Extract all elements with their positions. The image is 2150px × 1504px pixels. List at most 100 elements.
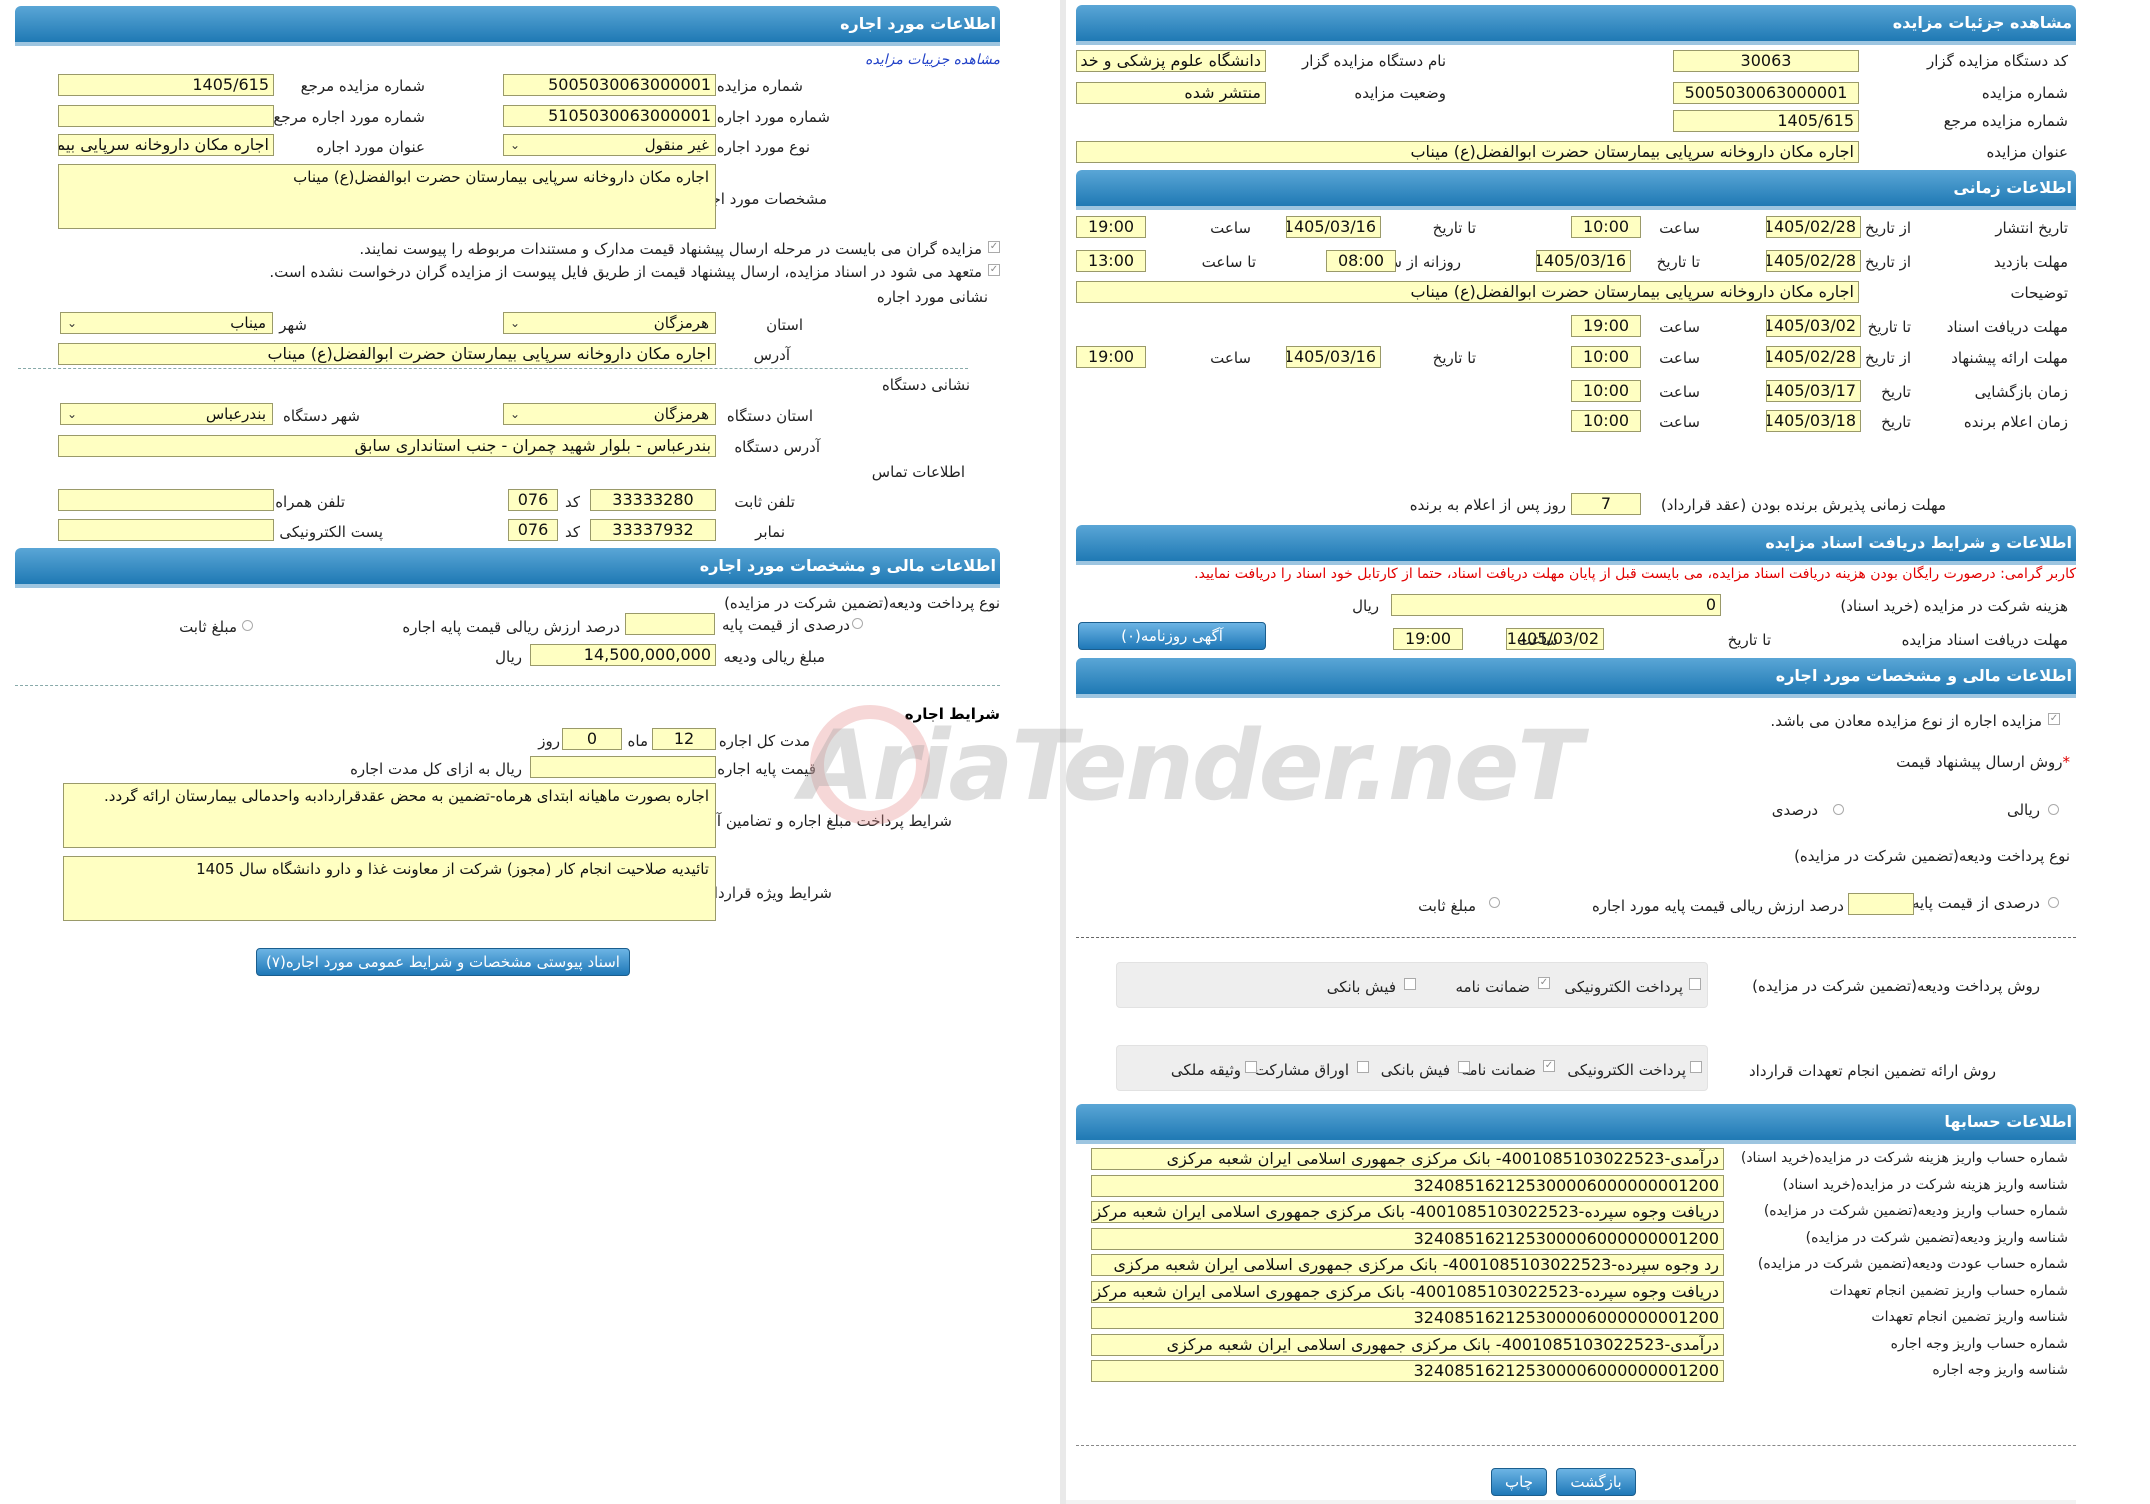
- account-label: شناسه واریز وجه اجاره: [1932, 1362, 2068, 1378]
- docs-receive-time[interactable]: 19:00: [1393, 628, 1463, 650]
- docs-deadline-label: مهلت دریافت اسناد: [1946, 318, 2068, 336]
- lease-spec-field[interactable]: اجاره مکان داروخانه سرپایی بیمارستان حضر…: [58, 164, 716, 229]
- price-method-text: روش ارسال پیشنهاد قیمت: [1896, 753, 2063, 771]
- date-label: تاریخ: [1881, 383, 1911, 401]
- percent-base-radio[interactable]: [852, 618, 863, 629]
- visit-from-date[interactable]: 1405/02/28: [1766, 250, 1861, 272]
- account-field[interactable]: دریافت وجوه سپرده-4001085103022523- بانک…: [1091, 1201, 1724, 1223]
- auction-title-field[interactable]: اجاره مکان داروخانه سرپایی بیمارستان حضر…: [1076, 141, 1859, 163]
- province-select[interactable]: هرمزگان ⌄: [503, 312, 716, 334]
- visit-from-time[interactable]: 08:00: [1326, 250, 1396, 272]
- section-header-financial: اطلاعات مالی و مشخصات مورد اجاره: [1076, 658, 2076, 698]
- org-name-field[interactable]: دانشگاه علوم پزشکی و خد: [1076, 50, 1266, 72]
- offer-from-time[interactable]: 10:00: [1571, 346, 1641, 368]
- description-field[interactable]: اجاره مکان داروخانه سرپایی بیمارستان حضر…: [1076, 281, 1859, 303]
- special-terms-field[interactable]: تائیدیه صلاحیت انجام کار (مجوز) شرکت از …: [63, 856, 716, 921]
- time-label: ساعت: [1210, 219, 1251, 237]
- auction-ref-field[interactable]: 1405/615: [1673, 110, 1859, 132]
- visit-to-date[interactable]: 1405/03/16: [1536, 250, 1631, 272]
- opening-time[interactable]: 10:00: [1571, 380, 1641, 402]
- fixed-amount-radio[interactable]: [1489, 897, 1500, 908]
- participation-fee-field[interactable]: 0: [1391, 594, 1721, 616]
- account-field[interactable]: 324085162125300006000000001200: [1091, 1174, 1724, 1197]
- publish-from-time[interactable]: 10:00: [1571, 216, 1641, 238]
- percent-radio[interactable]: [1833, 804, 1844, 815]
- auction-title-label: عنوان مزایده: [1986, 143, 2068, 161]
- lease-item-panel: اطلاعات مورد اجاره مشاهده جزییات مزایده …: [0, 0, 1000, 985]
- email-field[interactable]: [58, 519, 274, 541]
- auction-number-field[interactable]: 5005030063000001: [503, 74, 716, 96]
- account-field[interactable]: 324085162125300006000000001200: [1091, 1227, 1724, 1250]
- commit-bonds-checkbox[interactable]: [1357, 1061, 1369, 1073]
- newspaper-ads-button[interactable]: آگهی روزنامه(۰): [1078, 622, 1266, 650]
- account-field[interactable]: 324085162125300006000000001200: [1091, 1360, 1724, 1382]
- lease-type-select[interactable]: غیر منقول ⌄: [503, 134, 716, 156]
- chevron-down-icon: ⌄: [510, 138, 521, 152]
- commit-guarantee-checkbox[interactable]: ✓: [1543, 1060, 1555, 1072]
- commit-bank-checkbox[interactable]: [1458, 1061, 1470, 1073]
- auction-ref-field[interactable]: 1405/615: [58, 74, 274, 96]
- lease-months-field[interactable]: 12: [652, 728, 716, 750]
- org-address-field[interactable]: بندرعباس - بلوار شهید چمران - جنب استاند…: [58, 435, 716, 457]
- mobile-field[interactable]: [58, 489, 274, 511]
- commit-property-checkbox[interactable]: [1245, 1061, 1257, 1073]
- publish-to-time[interactable]: 19:00: [1076, 216, 1146, 238]
- commit-electronic-checkbox[interactable]: [1690, 1061, 1702, 1073]
- org-code-field[interactable]: 30063: [1673, 50, 1859, 72]
- commitment-checkbox[interactable]: ✓: [988, 264, 1000, 276]
- back-button[interactable]: بازگشت: [1556, 1468, 1636, 1496]
- percent-base-field[interactable]: [625, 613, 715, 635]
- percent-base-field[interactable]: [1848, 893, 1914, 915]
- guarantee-checkbox[interactable]: ✓: [1538, 977, 1550, 989]
- base-price-field[interactable]: [530, 756, 716, 778]
- account-field[interactable]: درآمدی-4001085103022523- بانک مرکزی جمهو…: [1091, 1148, 1724, 1170]
- accept-days-field[interactable]: 7: [1571, 493, 1641, 515]
- account-field[interactable]: رد وجوه سپرده-4001085103022523- بانک مرک…: [1091, 1254, 1724, 1276]
- offer-to-time[interactable]: 19:00: [1076, 346, 1146, 368]
- deposit-payment-method-label: روش پرداخت ودیعه(تضمین شرکت در مزایده): [1752, 977, 2040, 995]
- to-time-label: تا ساعت: [1201, 253, 1256, 271]
- mines-checkbox[interactable]: ✓: [2048, 713, 2060, 725]
- docs-to-time[interactable]: 19:00: [1571, 315, 1641, 337]
- rial-radio[interactable]: [2048, 804, 2059, 815]
- lease-item-ref-field[interactable]: [58, 105, 274, 127]
- offer-to-date[interactable]: 1405/03/16: [1286, 346, 1381, 368]
- lease-days-field[interactable]: 0: [562, 728, 622, 750]
- lease-title-field[interactable]: اجاره مکان داروخانه سرپایی بیمارستان حضر…: [58, 134, 274, 156]
- account-field[interactable]: دریافت وجوه سپرده-4001085103022523- بانک…: [1091, 1280, 1724, 1303]
- payment-terms-field[interactable]: اجاره بصورت ماهیانه ابتدای هرماه-تضمین ب…: [63, 783, 716, 848]
- attach-docs-checkbox[interactable]: ✓: [988, 241, 1000, 253]
- view-auction-details-link[interactable]: مشاهده جزییات مزایده: [865, 52, 1000, 68]
- docs-to-date[interactable]: 1405/03/02: [1766, 315, 1861, 337]
- winner-time[interactable]: 10:00: [1571, 410, 1641, 432]
- time-label: ساعت: [1517, 631, 1558, 649]
- account-field[interactable]: درآمدی-4001085103022523- بانک مرکزی جمهو…: [1091, 1333, 1724, 1356]
- fax-field[interactable]: 33337932: [590, 519, 716, 541]
- city-select[interactable]: میناب ⌄: [60, 312, 273, 334]
- lease-item-number-field[interactable]: 5105030063000001: [503, 105, 716, 127]
- address-field[interactable]: اجاره مکان داروخانه سرپایی بیمارستان حضر…: [58, 343, 716, 365]
- deposit-amount-field[interactable]: 14,500,000,000: [530, 644, 716, 666]
- electronic-payment-checkbox[interactable]: [1689, 978, 1701, 990]
- opening-date[interactable]: 1405/03/17: [1766, 380, 1861, 402]
- phone-field[interactable]: 33333280: [590, 489, 716, 511]
- publish-from-date[interactable]: 1405/02/28: [1766, 216, 1861, 238]
- publish-to-date[interactable]: 1405/03/16: [1286, 216, 1381, 238]
- auction-status-field[interactable]: منتشر شده: [1076, 82, 1266, 104]
- attached-docs-button[interactable]: اسناد پیوستی مشخصات و شرایط عمومی مورد ا…: [256, 948, 630, 976]
- bank-receipt-checkbox[interactable]: [1404, 978, 1416, 990]
- fax-code-field[interactable]: 076: [508, 519, 558, 541]
- print-button[interactable]: چاپ: [1491, 1468, 1547, 1496]
- org-city-select[interactable]: بندرعباس ⌄: [60, 403, 273, 425]
- org-province-select[interactable]: هرمزگان ⌄: [503, 403, 716, 425]
- visit-to-time[interactable]: 13:00: [1076, 250, 1146, 272]
- percent-base-label: درصدی از قیمت پایه: [1911, 894, 2040, 912]
- fixed-amount-radio[interactable]: [242, 620, 253, 631]
- area-code-field[interactable]: 076: [508, 489, 558, 511]
- auction-number-field[interactable]: 5005030063000001: [1673, 82, 1859, 104]
- offer-from-date[interactable]: 1405/02/28: [1766, 346, 1861, 368]
- percent-base-radio[interactable]: [2048, 897, 2059, 908]
- commitment-guarantee-label: روش ارائه تضمین انجام تعهدات قرارداد: [1749, 1062, 1996, 1080]
- account-field[interactable]: 324085162125300006000000001200: [1091, 1307, 1724, 1329]
- winner-date[interactable]: 1405/03/18: [1766, 410, 1861, 432]
